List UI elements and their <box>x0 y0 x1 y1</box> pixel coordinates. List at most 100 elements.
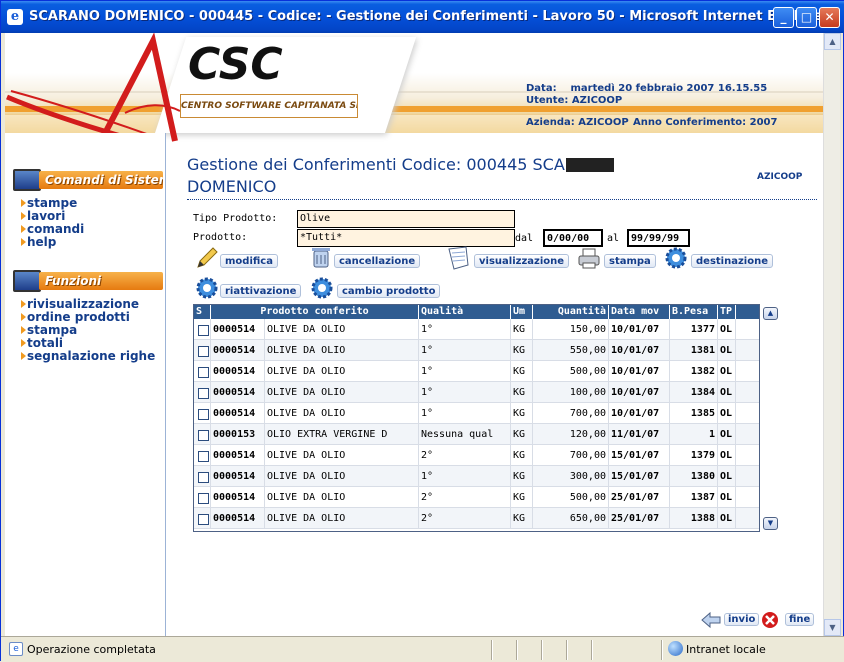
scroll-down-arrow[interactable]: ▼ <box>824 619 841 636</box>
stampa-button[interactable]: stampa <box>576 248 658 271</box>
arrow-down-icon: ▼ <box>829 623 836 632</box>
cell-name: OLIVE DA OLIO <box>265 340 419 361</box>
table-row[interactable]: 0000514 OLIVE DA OLIO 1° KG 550,00 10/01/07 13… <box>194 340 759 361</box>
cell-qty: 500,00 <box>533 361 609 382</box>
funzioni-list: rivisualizzazione ordine prodotti stampa… <box>21 298 155 363</box>
table-row[interactable]: 0000514 OLIVE DA OLIO 1° KG 300,00 15/01/07 13… <box>194 466 759 487</box>
table-row[interactable]: 0000514 OLIVE DA OLIO 1° KG 100,00 10/01/07 13… <box>194 382 759 403</box>
cell-tp: OL <box>718 319 736 340</box>
riattivazione-button[interactable]: riattivazione <box>194 277 304 301</box>
table-header: S Prodotto conferito Qualità Um Quantità… <box>194 305 759 319</box>
minimize-button[interactable]: _ <box>773 7 794 28</box>
azienda-info: Azienda: AZICOOP <box>526 117 629 128</box>
fine-button[interactable]: fine <box>761 611 821 629</box>
cell-um: KG <box>511 424 533 445</box>
sidebar-item-segnalazione-righe[interactable]: segnalazione righe <box>21 350 155 363</box>
cell-tp: OL <box>718 445 736 466</box>
cell-qty: 150,00 <box>533 319 609 340</box>
status-bar: e Operazione completata Intranet locale <box>1 636 844 662</box>
arrow-right-icon <box>21 326 26 334</box>
cell-name: OLIVE DA OLIO <box>265 403 419 424</box>
page-title: Gestione dei Conferimenti Codice: 000445… <box>187 154 667 198</box>
cell-um: KG <box>511 487 533 508</box>
arrow-up-icon: ▲ <box>767 309 774 317</box>
cell-pesa: 1379 <box>670 445 718 466</box>
page-content: CSC CENTRO SOFTWARE CAPITANATA SRL Data:… <box>5 33 823 636</box>
cell-date: 10/01/07 <box>609 361 670 382</box>
cell-quality: Nessuna qual <box>419 424 511 445</box>
table-row[interactable]: 0000514 OLIVE DA OLIO 2° KG 700,00 15/01/07 13… <box>194 445 759 466</box>
cell-um: KG <box>511 382 533 403</box>
cell-pesa: 1380 <box>670 466 718 487</box>
table-row[interactable]: 0000153 OLIO EXTRA VERGINE D Nessuna qual K… <box>194 424 759 445</box>
gear-icon <box>665 247 687 269</box>
tipo-prodotto-field[interactable]: Olive <box>297 210 515 228</box>
al-label: al <box>607 233 620 244</box>
col-header-s: S <box>194 305 211 319</box>
cell-name: OLIVE DA OLIO <box>265 382 419 403</box>
table-scroll-up-button[interactable]: ▲ <box>763 307 778 320</box>
cell-tp: OL <box>718 424 736 445</box>
table-row[interactable]: 0000514 OLIVE DA OLIO 1° KG 700,00 10/01/07 13… <box>194 403 759 424</box>
cell-quality: 2° <box>419 487 511 508</box>
destinazione-button[interactable]: destinazione <box>663 247 775 271</box>
cell-name: OLIVE DA OLIO <box>265 466 419 487</box>
status-text: Operazione completata <box>27 643 156 656</box>
modifica-button[interactable]: modifica <box>194 247 282 271</box>
title-bar: e SCARANO DOMENICO - 000445 - Codice: - … <box>1 1 844 33</box>
cell-name: OLIVE DA OLIO <box>265 445 419 466</box>
intranet-icon <box>668 641 683 656</box>
arrow-right-icon <box>21 300 26 308</box>
logo-text: CSC <box>188 39 283 90</box>
col-header-um: Um <box>511 305 533 319</box>
cell-um: KG <box>511 403 533 424</box>
cell-um: KG <box>511 445 533 466</box>
cell-um: KG <box>511 361 533 382</box>
minimize-icon: _ <box>780 10 787 24</box>
tipo-prodotto-label: Tipo Prodotto: <box>193 213 278 224</box>
cell-tp: OL <box>718 361 736 382</box>
cancellazione-button[interactable]: cancellazione <box>308 248 424 271</box>
arrow-right-icon <box>21 225 26 233</box>
cell-date: 25/01/07 <box>609 487 670 508</box>
arrow-right-icon <box>21 313 26 321</box>
table-row[interactable]: 0000514 OLIVE DA OLIO 1° KG 150,00 10/01/07 13… <box>194 319 759 340</box>
table-row[interactable]: 0000514 OLIVE DA OLIO 2° KG 650,00 25/01/07 13… <box>194 508 759 529</box>
recycle-delete-icon <box>312 248 330 268</box>
pencil-icon <box>197 247 218 268</box>
cell-quality: 2° <box>419 508 511 529</box>
conferimenti-table: S Prodotto conferito Qualità Um Quantità… <box>193 304 760 532</box>
arrow-right-icon <box>21 199 26 207</box>
cambio-prodotto-button[interactable]: cambio prodotto <box>309 277 443 301</box>
cell-name: OLIVE DA OLIO <box>265 508 419 529</box>
cell-code: 0000514 <box>211 403 265 424</box>
cell-date: 10/01/07 <box>609 340 670 361</box>
cell-date: 11/01/07 <box>609 424 670 445</box>
sidebar-item-help[interactable]: help <box>21 236 84 249</box>
cell-date: 25/01/07 <box>609 508 670 529</box>
cell-um: KG <box>511 508 533 529</box>
security-zone: Intranet locale <box>686 643 766 656</box>
cell-quality: 1° <box>419 382 511 403</box>
cell-tp: OL <box>718 382 736 403</box>
cell-code: 0000514 <box>211 466 265 487</box>
table-row[interactable]: 0000514 OLIVE DA OLIO 2° KG 500,00 25/01/07 13… <box>194 487 759 508</box>
redacted-block <box>565 158 614 172</box>
invio-button[interactable]: invio <box>700 611 760 629</box>
cell-name: OLIVE DA OLIO <box>265 319 419 340</box>
cell-date: 15/01/07 <box>609 445 670 466</box>
cell-pesa: 1 <box>670 424 718 445</box>
scroll-up-arrow[interactable]: ▲ <box>824 33 841 50</box>
page-scrollbar[interactable]: ▲ ▼ <box>823 33 841 636</box>
user-info: Utente: AZICOOP <box>526 95 623 106</box>
cell-pesa: 1387 <box>670 487 718 508</box>
arrow-right-icon <box>21 352 26 360</box>
table-row[interactable]: 0000514 OLIVE DA OLIO 1° KG 500,00 10/01/07 13… <box>194 361 759 382</box>
user-tag: AZICOOP <box>757 172 803 182</box>
close-button[interactable]: ✕ <box>819 7 840 28</box>
maximize-button[interactable]: □ <box>796 7 817 28</box>
visualizzazione-button[interactable]: visualizzazione <box>446 246 572 271</box>
prodotto-label: Prodotto: <box>193 232 248 243</box>
table-scroll-down-button[interactable]: ▼ <box>763 517 778 530</box>
comandi-list: stampe lavori comandi help <box>21 197 84 249</box>
